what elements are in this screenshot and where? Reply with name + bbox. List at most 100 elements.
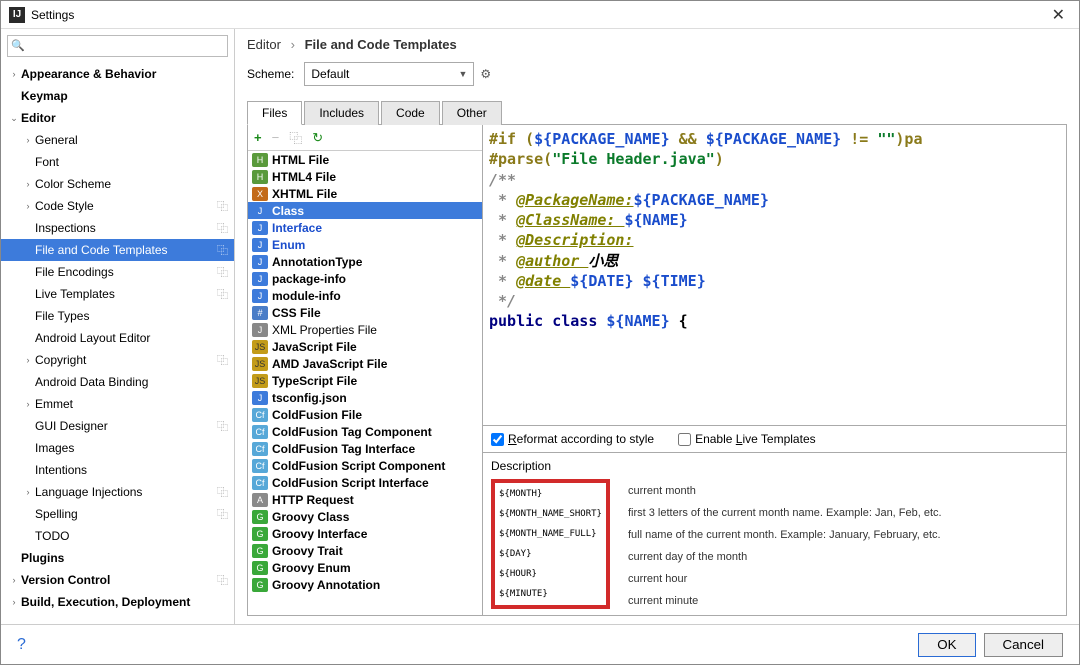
tab-other[interactable]: Other <box>442 101 502 125</box>
tree-arrow-icon: › <box>21 487 35 497</box>
ok-button[interactable]: OK <box>918 633 975 657</box>
sidebar-item-general[interactable]: ›General <box>1 129 234 151</box>
sidebar-item-copyright[interactable]: ›Copyright⿻ <box>1 349 234 371</box>
template-name: ColdFusion Tag Component <box>272 425 432 439</box>
sidebar-item-file-types[interactable]: File Types <box>1 305 234 327</box>
template-item-groovy-class[interactable]: GGroovy Class <box>248 508 482 525</box>
sidebar-item-label: Plugins <box>21 551 228 565</box>
sidebar-item-label: Inspections <box>35 221 213 235</box>
remove-template-button[interactable]: − <box>272 130 280 145</box>
sidebar-item-spelling[interactable]: Spelling⿻ <box>1 503 234 525</box>
template-item-package-info[interactable]: Jpackage-info <box>248 270 482 287</box>
gear-icon[interactable]: ⚙ <box>480 67 491 81</box>
template-item-amd-javascript-file[interactable]: JSAMD JavaScript File <box>248 355 482 372</box>
search-input[interactable] <box>7 35 228 57</box>
variable-column: ${MONTH}${MONTH_NAME_SHORT}${MONTH_NAME_… <box>491 479 610 609</box>
sidebar-item-intentions[interactable]: Intentions <box>1 459 234 481</box>
file-type-icon: J <box>252 272 268 286</box>
tree-arrow-icon: › <box>21 179 35 189</box>
template-item-annotationtype[interactable]: JAnnotationType <box>248 253 482 270</box>
tree-arrow-icon: › <box>7 597 21 607</box>
sidebar-item-label: General <box>35 133 228 147</box>
template-code-editor[interactable]: #if (${PACKAGE_NAME} && ${PACKAGE_NAME} … <box>483 125 1066 425</box>
sidebar-item-version-control[interactable]: ›Version Control⿻ <box>1 569 234 591</box>
copy-scope-icon: ⿻ <box>217 264 228 280</box>
reset-template-button[interactable]: ↻ <box>312 130 323 146</box>
template-item-coldfusion-script-interface[interactable]: CfColdFusion Script Interface <box>248 474 482 491</box>
sidebar-item-code-style[interactable]: ›Code Style ⿻ <box>1 195 234 217</box>
sidebar-item-file-encodings[interactable]: File Encodings⿻ <box>1 261 234 283</box>
template-name: ColdFusion Script Component <box>272 459 445 473</box>
template-item-coldfusion-file[interactable]: CfColdFusion File <box>248 406 482 423</box>
sidebar-item-live-templates[interactable]: Live Templates⿻ <box>1 283 234 305</box>
template-item-coldfusion-tag-component[interactable]: CfColdFusion Tag Component <box>248 423 482 440</box>
template-item-typescript-file[interactable]: JSTypeScript File <box>248 372 482 389</box>
template-item-coldfusion-script-component[interactable]: CfColdFusion Script Component <box>248 457 482 474</box>
sidebar-item-color-scheme[interactable]: ›Color Scheme <box>1 173 234 195</box>
sidebar-item-todo[interactable]: TODO <box>1 525 234 547</box>
help-icon[interactable]: ? <box>17 636 26 654</box>
sidebar-item-file-and-code-templates[interactable]: File and Code Templates⿻ <box>1 239 234 261</box>
template-item-groovy-enum[interactable]: GGroovy Enum <box>248 559 482 576</box>
template-item-groovy-interface[interactable]: GGroovy Interface <box>248 525 482 542</box>
cancel-button[interactable]: Cancel <box>984 633 1064 657</box>
settings-tree: ›Appearance & BehaviorKeymap⌄Editor›Gene… <box>1 63 234 624</box>
sidebar-item-language-injections[interactable]: ›Language Injections⿻ <box>1 481 234 503</box>
copy-template-button[interactable]: ⿻ <box>289 128 302 147</box>
sidebar-item-android-layout-editor[interactable]: Android Layout Editor <box>1 327 234 349</box>
sidebar-item-gui-designer[interactable]: GUI Designer⿻ <box>1 415 234 437</box>
copy-scope-icon: ⿻ <box>217 506 228 522</box>
template-variable: ${MONTH_NAME_FULL} <box>499 529 602 539</box>
template-item-http-request[interactable]: AHTTP Request <box>248 491 482 508</box>
template-item-xhtml-file[interactable]: XXHTML File <box>248 185 482 202</box>
sidebar-item-label: Editor <box>21 111 228 125</box>
add-template-button[interactable]: + <box>254 130 262 145</box>
template-item-groovy-trait[interactable]: GGroovy Trait <box>248 542 482 559</box>
sidebar-item-label: Version Control <box>21 573 213 587</box>
template-name: Groovy Trait <box>272 544 343 558</box>
tree-arrow-icon: › <box>21 399 35 409</box>
sidebar-item-emmet[interactable]: ›Emmet <box>1 393 234 415</box>
template-item-tsconfig-json[interactable]: Jtsconfig.json <box>248 389 482 406</box>
template-name: Groovy Enum <box>272 561 351 575</box>
sidebar-item-android-data-binding[interactable]: Android Data Binding <box>1 371 234 393</box>
template-item-module-info[interactable]: Jmodule-info <box>248 287 482 304</box>
sidebar-item-label: Appearance & Behavior <box>21 67 228 81</box>
template-name: module-info <box>272 289 341 303</box>
tab-code[interactable]: Code <box>381 101 440 125</box>
template-item-javascript-file[interactable]: JSJavaScript File <box>248 338 482 355</box>
template-item-enum[interactable]: JEnum <box>248 236 482 253</box>
crumb-editor[interactable]: Editor <box>247 37 281 52</box>
file-type-icon: J <box>252 221 268 235</box>
close-icon[interactable]: ✕ <box>1046 5 1071 25</box>
sidebar-item-keymap[interactable]: Keymap <box>1 85 234 107</box>
sidebar-item-plugins[interactable]: Plugins <box>1 547 234 569</box>
template-item-groovy-annotation[interactable]: GGroovy Annotation <box>248 576 482 593</box>
template-item-html-file[interactable]: HHTML File <box>248 151 482 168</box>
template-variable: ${HOUR} <box>499 569 602 579</box>
sidebar-item-appearance-behavior[interactable]: ›Appearance & Behavior <box>1 63 234 85</box>
enable-live-templates-checkbox[interactable]: Enable Live Templates <box>678 432 816 446</box>
sidebar-item-font[interactable]: Font <box>1 151 234 173</box>
copy-scope-icon: ⿻ <box>217 220 228 236</box>
reformat-checkbox[interactable]: Reformat according to style <box>491 432 654 446</box>
template-item-class[interactable]: JClass <box>248 202 482 219</box>
template-item-css-file[interactable]: #CSS File <box>248 304 482 321</box>
copy-scope-icon: ⿻ <box>217 198 228 214</box>
sidebar-item-editor[interactable]: ⌄Editor <box>1 107 234 129</box>
template-item-xml-properties-file[interactable]: JXML Properties File <box>248 321 482 338</box>
tab-includes[interactable]: Includes <box>304 101 379 125</box>
tab-files[interactable]: Files <box>247 101 302 125</box>
sidebar-item-build-execution-deployment[interactable]: ›Build, Execution, Deployment <box>1 591 234 613</box>
sidebar-item-label: Code Style <box>35 199 213 213</box>
scheme-select[interactable]: Default ▼ <box>304 62 474 86</box>
template-item-coldfusion-tag-interface[interactable]: CfColdFusion Tag Interface <box>248 440 482 457</box>
options-row: Reformat according to style Enable Live … <box>483 425 1066 452</box>
sidebar-item-inspections[interactable]: Inspections ⿻ <box>1 217 234 239</box>
template-name: AnnotationType <box>272 255 362 269</box>
copy-scope-icon: ⿻ <box>217 352 228 368</box>
template-item-interface[interactable]: JInterface <box>248 219 482 236</box>
tree-arrow-icon: › <box>21 201 35 211</box>
template-item-html-file[interactable]: HHTML4 File <box>248 168 482 185</box>
sidebar-item-images[interactable]: Images <box>1 437 234 459</box>
